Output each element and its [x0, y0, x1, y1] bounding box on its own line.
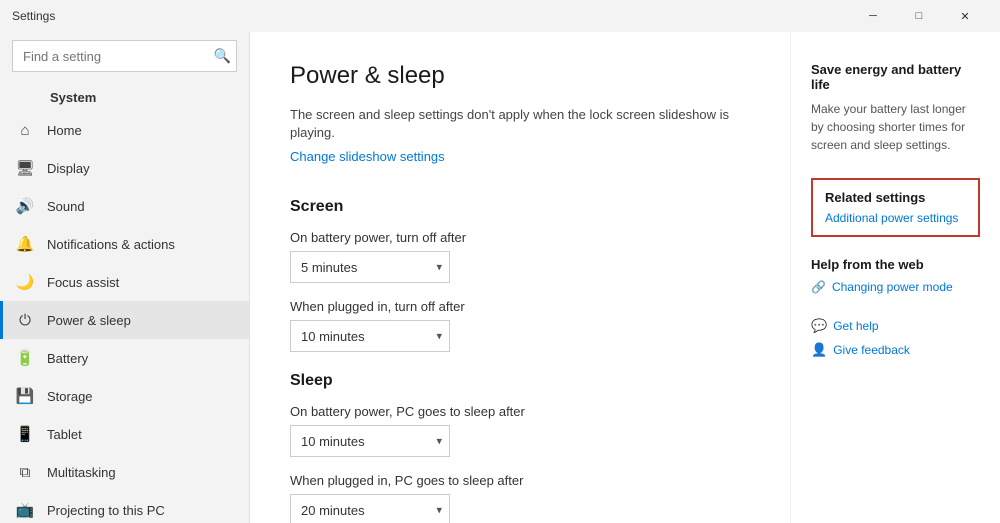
- change-slideshow-link[interactable]: Change slideshow settings: [290, 149, 445, 164]
- help-title: Help from the web: [811, 257, 980, 272]
- sidebar-item-label-tablet: Tablet: [47, 427, 82, 442]
- multitasking-icon: ⧉: [15, 462, 35, 482]
- save-energy-text: Make your battery last longer by choosin…: [811, 100, 980, 154]
- storage-icon: 💾: [15, 386, 35, 406]
- sleep-plugged-dropdown[interactable]: 1 minute 2 minutes 3 minutes 5 minutes 1…: [290, 494, 450, 523]
- sidebar-item-label-power: Power & sleep: [47, 313, 131, 328]
- screen-section-title: Screen: [290, 198, 750, 216]
- get-help-link[interactable]: 💬 Get help: [811, 318, 980, 334]
- get-help-icon: 💬: [811, 318, 827, 334]
- sidebar-item-sound[interactable]: 🔊 Sound: [0, 187, 249, 225]
- sidebar-item-label-projecting: Projecting to this PC: [47, 503, 165, 518]
- screen-plugged-dropdown[interactable]: 1 minute 2 minutes 3 minutes 5 minutes 1…: [290, 320, 450, 352]
- sidebar-item-notifications[interactable]: 🔔 Notifications & actions: [0, 225, 249, 263]
- screen-battery-label: On battery power, turn off after: [290, 230, 750, 245]
- screen-battery-row: On battery power, turn off after 1 minut…: [290, 230, 750, 283]
- sleep-plugged-label: When plugged in, PC goes to sleep after: [290, 473, 750, 488]
- window-controls: ─ □ ✕: [850, 0, 988, 32]
- save-energy-section: Save energy and battery life Make your b…: [811, 62, 980, 154]
- home-icon: ⌂: [15, 120, 35, 140]
- tablet-icon: 📱: [15, 424, 35, 444]
- sidebar-item-projecting[interactable]: 📺 Projecting to this PC: [0, 491, 249, 523]
- help-section: Help from the web 🔗 Changing power mode: [811, 257, 980, 294]
- sidebar-item-label-display: Display: [47, 161, 90, 176]
- screen-battery-dropdown-wrapper: 1 minute 2 minutes 3 minutes 5 minutes 1…: [290, 251, 450, 283]
- projecting-icon: 📺: [15, 500, 35, 520]
- sleep-battery-dropdown[interactable]: 1 minute 2 minutes 3 minutes 5 minutes 1…: [290, 425, 450, 457]
- sidebar-item-label-home: Home: [47, 123, 82, 138]
- search-input[interactable]: [12, 40, 237, 72]
- screen-battery-dropdown[interactable]: 1 minute 2 minutes 3 minutes 5 minutes 1…: [290, 251, 450, 283]
- sleep-section-title: Sleep: [290, 372, 750, 390]
- minimize-button[interactable]: ─: [850, 0, 896, 32]
- sidebar-item-label-multitasking: Multitasking: [47, 465, 116, 480]
- info-text: The screen and sleep settings don't appl…: [290, 106, 750, 142]
- search-icon[interactable]: 🔍: [214, 48, 231, 65]
- power-icon: ⏻: [15, 310, 35, 330]
- screen-plugged-dropdown-wrapper: 1 minute 2 minutes 3 minutes 5 minutes 1…: [290, 320, 450, 352]
- display-icon: 🖥: [15, 158, 35, 178]
- restore-button[interactable]: □: [896, 0, 942, 32]
- changing-power-link[interactable]: 🔗 Changing power mode: [811, 280, 980, 294]
- sidebar-section-label: System: [0, 80, 249, 111]
- sidebar-item-focus[interactable]: 🌙 Focus assist: [0, 263, 249, 301]
- sidebar-item-storage[interactable]: 💾 Storage: [0, 377, 249, 415]
- right-panel: Save energy and battery life Make your b…: [790, 32, 1000, 523]
- sidebar-item-label-focus: Focus assist: [47, 275, 119, 290]
- page-title: Power & sleep: [290, 62, 750, 90]
- feedback-section: 💬 Get help 👤 Give feedback: [811, 318, 980, 358]
- sound-icon: 🔊: [15, 196, 35, 216]
- titlebar: Settings ─ □ ✕: [0, 0, 1000, 32]
- app-title: Settings: [12, 9, 55, 23]
- sleep-battery-label: On battery power, PC goes to sleep after: [290, 404, 750, 419]
- screen-plugged-row: When plugged in, turn off after 1 minute…: [290, 299, 750, 352]
- give-feedback-icon: 👤: [811, 342, 827, 358]
- sidebar-item-display[interactable]: 🖥 Display: [0, 149, 249, 187]
- close-button[interactable]: ✕: [942, 0, 988, 32]
- sidebar-item-power[interactable]: ⏻ Power & sleep: [0, 301, 249, 339]
- battery-icon: 🔋: [15, 348, 35, 368]
- sidebar-item-battery[interactable]: 🔋 Battery: [0, 339, 249, 377]
- additional-power-settings-link[interactable]: Additional power settings: [825, 211, 958, 225]
- screen-plugged-label: When plugged in, turn off after: [290, 299, 750, 314]
- sleep-battery-row: On battery power, PC goes to sleep after…: [290, 404, 750, 457]
- sleep-battery-dropdown-wrapper: 1 minute 2 minutes 3 minutes 5 minutes 1…: [290, 425, 450, 457]
- sidebar-item-label-battery: Battery: [47, 351, 88, 366]
- sleep-plugged-dropdown-wrapper: 1 minute 2 minutes 3 minutes 5 minutes 1…: [290, 494, 450, 523]
- focus-icon: 🌙: [15, 272, 35, 292]
- changing-power-icon: 🔗: [811, 280, 826, 294]
- sleep-plugged-row: When plugged in, PC goes to sleep after …: [290, 473, 750, 523]
- sidebar-item-multitasking[interactable]: ⧉ Multitasking: [0, 453, 249, 491]
- search-area: 🔍: [12, 40, 237, 72]
- related-settings-title: Related settings: [825, 190, 966, 205]
- give-feedback-link[interactable]: 👤 Give feedback: [811, 342, 980, 358]
- sidebar-item-label-sound: Sound: [47, 199, 85, 214]
- app-body: 🔍 System ⌂ Home 🖥 Display 🔊 Sound 🔔 Noti…: [0, 32, 1000, 523]
- sidebar: 🔍 System ⌂ Home 🖥 Display 🔊 Sound 🔔 Noti…: [0, 32, 250, 523]
- sidebar-item-label-notifications: Notifications & actions: [47, 237, 175, 252]
- sidebar-item-label-storage: Storage: [47, 389, 93, 404]
- save-energy-title: Save energy and battery life: [811, 62, 980, 92]
- related-settings-box: Related settings Additional power settin…: [811, 178, 980, 237]
- notifications-icon: 🔔: [15, 234, 35, 254]
- main-content: Power & sleep The screen and sleep setti…: [250, 32, 790, 523]
- sidebar-item-tablet[interactable]: 📱 Tablet: [0, 415, 249, 453]
- sidebar-item-home[interactable]: ⌂ Home: [0, 111, 249, 149]
